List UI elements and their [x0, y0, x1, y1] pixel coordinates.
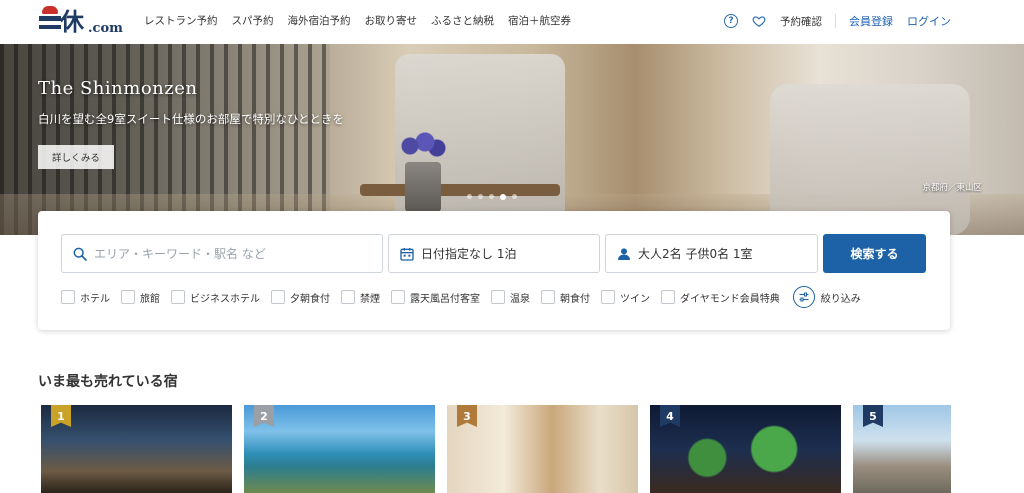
filter-onsen[interactable]: 温泉 [491, 290, 530, 305]
nav-hotel-air[interactable]: 宿泊＋航空券 [508, 13, 571, 29]
checkbox[interactable] [541, 290, 555, 304]
ranking-card[interactable]: 2 [244, 405, 435, 493]
calendar-icon [400, 247, 414, 261]
hero-location-credit: 京都府／東山区 [922, 183, 982, 193]
filter-label: 朝食付 [560, 293, 590, 305]
sliders-icon [792, 286, 815, 308]
checkbox[interactable] [491, 290, 505, 304]
favorite-heart-icon[interactable] [752, 14, 766, 28]
hero-title: The Shinmonzen [38, 78, 198, 99]
logo-kanji: 休 [60, 7, 84, 36]
filter-open-air-bath-room[interactable]: 露天風呂付客室 [391, 290, 480, 305]
main-nav: レストラン予約 スパ予約 海外宿泊予約 お取り寄せ ふるさと納税 宿泊＋航空券 [144, 13, 585, 29]
hero-table-image [360, 184, 560, 196]
carousel-dot-active[interactable] [500, 193, 506, 200]
nav-overseas[interactable]: 海外宿泊予約 [288, 13, 351, 29]
checkbox[interactable] [171, 290, 185, 304]
carousel-dot[interactable] [489, 194, 494, 199]
hero-flowers-image [392, 126, 452, 166]
checkbox[interactable] [61, 290, 75, 304]
filter-breakfast[interactable]: 朝食付 [541, 290, 590, 305]
help-icon[interactable]: ? [724, 14, 738, 28]
keyword-input[interactable] [94, 246, 374, 261]
carousel-dot[interactable] [467, 194, 472, 199]
ranking-card[interactable]: 5 [853, 405, 951, 493]
search-panel: 日付指定なし 1泊 大人2名 子供0名 1室 検索する ホテル 旅館 ビジネスホ… [38, 211, 950, 330]
filter-diamond-benefit[interactable]: ダイヤモンド会員特典 [661, 290, 780, 305]
site-logo[interactable]: 休 .com [38, 6, 128, 38]
ranking-title: いま最も売れている宿 [38, 374, 178, 390]
nav-otoriyose[interactable]: お取り寄せ [365, 13, 418, 29]
filter-label: ホテル [80, 293, 110, 305]
guests-value: 大人2名 子供0名 1室 [638, 247, 753, 261]
nav-divider [835, 14, 836, 28]
checkbox[interactable] [391, 290, 405, 304]
checkbox[interactable] [341, 290, 355, 304]
search-button[interactable]: 検索する [823, 234, 926, 273]
filter-label: ダイヤモンド会員特典 [680, 293, 780, 305]
nav-furusato[interactable]: ふるさと納税 [431, 13, 494, 29]
hero-carousel[interactable]: The Shinmonzen 白川を望む全9室スイート仕様のお部屋で特別なひとと… [0, 44, 1024, 235]
hero-details-button[interactable]: 詳しくみる [38, 145, 114, 169]
carousel-dot[interactable] [512, 194, 517, 199]
hero-vase-image [405, 162, 441, 212]
filter-label: 旅館 [140, 293, 160, 305]
reservation-check-link[interactable]: 予約確認 [780, 14, 822, 29]
person-icon [618, 247, 630, 260]
search-icon [73, 247, 87, 261]
hero-subtitle: 白川を望む全9室スイート仕様のお部屋で特別なひとときを [38, 112, 344, 126]
nav-restaurant[interactable]: レストラン予約 [144, 13, 218, 29]
date-value: 日付指定なし 1泊 [421, 247, 517, 261]
filter-label: ツイン [620, 293, 650, 305]
ranking-card[interactable]: 1 [41, 405, 232, 493]
filter-hotel[interactable]: ホテル [61, 290, 110, 305]
nav-spa[interactable]: スパ予約 [232, 13, 274, 29]
filter-label: 露天風呂付客室 [410, 293, 480, 305]
filter-business-hotel[interactable]: ビジネスホテル [171, 290, 260, 305]
checkbox[interactable] [661, 290, 675, 304]
guests-field[interactable]: 大人2名 子供0名 1室 [605, 234, 818, 273]
filter-non-smoking[interactable]: 禁煙 [341, 290, 380, 305]
checkbox[interactable] [601, 290, 615, 304]
narrow-down-button[interactable]: 絞り込み [792, 286, 861, 308]
filter-label: ビジネスホテル [190, 293, 260, 305]
ranking-cards: 1 2 3 4 5 [41, 405, 951, 493]
checkbox[interactable] [121, 290, 135, 304]
filter-checkboxes: ホテル 旅館 ビジネスホテル 夕朝食付 禁煙 露天風呂付客室 温泉 朝食付 ツイ… [61, 286, 861, 308]
keyword-field[interactable] [61, 234, 383, 273]
ranking-card[interactable]: 3 [447, 405, 638, 493]
filter-dinner-breakfast[interactable]: 夕朝食付 [271, 290, 330, 305]
date-field[interactable]: 日付指定なし 1泊 [388, 234, 600, 273]
register-link[interactable]: 会員登録 [849, 13, 893, 29]
logo-mark-icon [38, 6, 62, 34]
logo-suffix: .com [88, 21, 123, 36]
filter-label: 温泉 [510, 293, 530, 305]
filter-ryokan[interactable]: 旅館 [121, 290, 160, 305]
user-nav: ? 予約確認 会員登録 ログイン [724, 13, 951, 29]
filter-label: 禁煙 [360, 293, 380, 305]
carousel-dot[interactable] [478, 194, 483, 199]
carousel-dots [467, 193, 517, 200]
site-header: 休 .com レストラン予約 スパ予約 海外宿泊予約 お取り寄せ ふるさと納税 … [0, 0, 1024, 44]
checkbox[interactable] [271, 290, 285, 304]
filter-twin[interactable]: ツイン [601, 290, 650, 305]
filter-label: 夕朝食付 [290, 293, 330, 305]
ranking-card[interactable]: 4 [650, 405, 841, 493]
narrow-down-label: 絞り込み [820, 293, 861, 305]
login-link[interactable]: ログイン [907, 13, 951, 29]
